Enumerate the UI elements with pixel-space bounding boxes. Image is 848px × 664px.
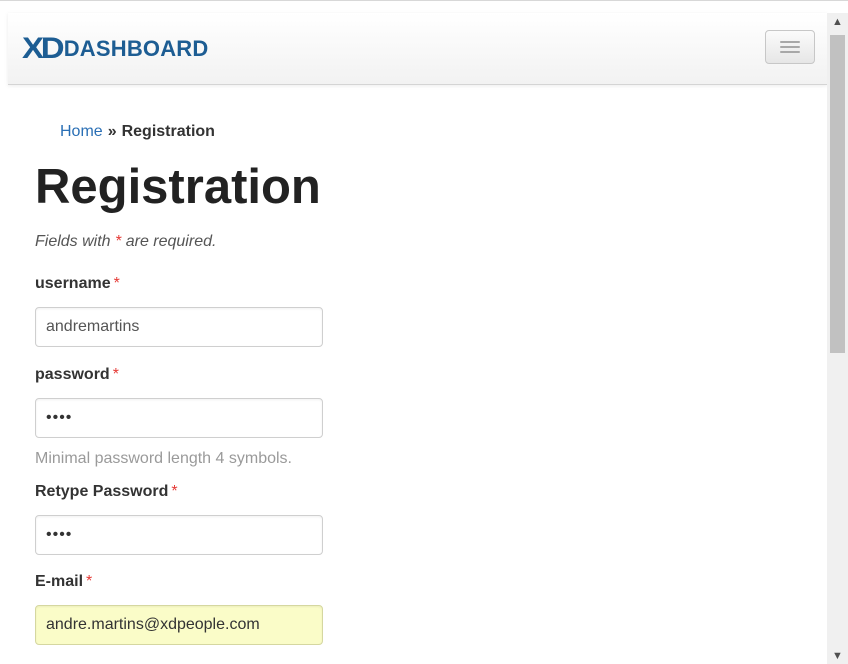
username-input[interactable] [35, 307, 323, 347]
breadcrumb-current: Registration [121, 123, 215, 140]
navbar: XD DASHBOARD [8, 13, 827, 85]
email-label-text: E-mail [35, 573, 84, 590]
hamburger-icon-bar [780, 41, 800, 43]
email-input[interactable] [35, 605, 323, 645]
scroll-down-arrow-icon[interactable]: ▼ [827, 647, 848, 664]
password-input[interactable] [35, 398, 323, 438]
required-star: * [86, 573, 93, 590]
username-label: username * [35, 275, 120, 293]
username-label-text: username [35, 275, 111, 292]
email-label: E-mail * [35, 573, 92, 591]
breadcrumb: Home» Registration [60, 123, 215, 141]
hamburger-icon-bar [780, 46, 800, 48]
hamburger-icon-bar [780, 51, 800, 53]
required-fields-note: Fields with * are required. [35, 233, 216, 251]
brand-text: DASHBOARD [63, 36, 209, 61]
password-label: password * [35, 366, 119, 384]
scroll-up-arrow-icon[interactable]: ▲ [827, 13, 848, 31]
browser-viewport: XD DASHBOARD Home» Registration Registrat… [0, 0, 848, 664]
scrollbar-thumb[interactable] [830, 35, 845, 353]
hint-prefix: Fields with [35, 233, 116, 250]
retype-password-label-text: Retype Password [35, 483, 169, 500]
hint-suffix: are required. [121, 233, 217, 250]
retype-password-label: Retype Password * [35, 483, 178, 501]
required-star: * [112, 366, 119, 383]
page-title: Registration [35, 160, 321, 214]
brand-logo[interactable]: XD DASHBOARD [22, 32, 209, 65]
required-star: * [171, 483, 178, 500]
required-star: * [113, 275, 120, 292]
brand-mark: XD [22, 32, 65, 65]
breadcrumb-home-link[interactable]: Home [60, 123, 103, 140]
breadcrumb-separator: » [107, 123, 117, 140]
navbar-toggle-button[interactable] [765, 30, 815, 64]
retype-password-input[interactable] [35, 515, 323, 555]
password-label-text: password [35, 366, 110, 383]
password-help-text: Minimal password length 4 symbols. [35, 450, 292, 467]
vertical-scrollbar[interactable]: ▲ ▼ [827, 13, 848, 664]
